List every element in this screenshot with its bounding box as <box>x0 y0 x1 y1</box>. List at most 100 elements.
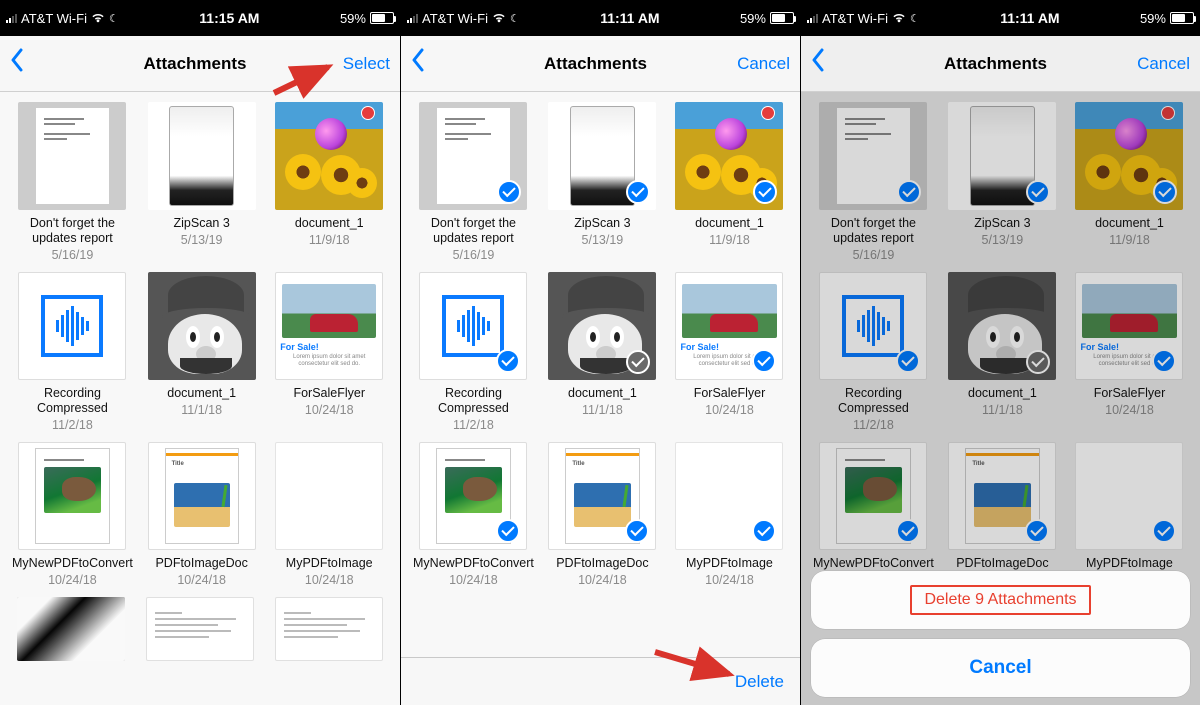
attachment-name: document_1 <box>139 386 265 401</box>
attachment-date: 11/2/18 <box>409 418 538 432</box>
attachment-item[interactable]: Recording Compressed 11/2/18 <box>409 272 538 432</box>
attachment-item[interactable] <box>8 597 135 667</box>
sheet-delete-button[interactable]: Delete 9 Attachments <box>811 571 1190 629</box>
battery-percent: 59% <box>740 11 766 26</box>
attachment-item[interactable]: document_1 11/1/18 <box>139 272 265 432</box>
page-title: Attachments <box>871 54 1120 74</box>
attachment-item[interactable] <box>137 597 264 667</box>
attachment-item[interactable]: Don't forget the updates report 5/16/19 <box>409 102 538 262</box>
attachment-thumbnail: For Sale!Lorem ipsum dolor sit amet cons… <box>275 272 383 380</box>
battery-icon <box>1170 12 1194 24</box>
attachment-thumbnail <box>1075 102 1183 210</box>
attachment-item[interactable]: document_1 11/9/18 <box>1067 102 1192 262</box>
attachment-thumbnail <box>419 442 527 550</box>
attachment-date: 11/1/18 <box>940 403 1065 417</box>
attachment-name: MyNewPDFtoConvert <box>809 556 938 571</box>
attachment-item[interactable]: ZipScan 3 5/13/19 <box>540 102 665 262</box>
selected-check-icon <box>752 519 776 543</box>
selected-check-icon <box>625 519 649 543</box>
attachment-item[interactable] <box>265 597 392 667</box>
attachment-name: document_1 <box>266 216 392 231</box>
page-title: Attachments <box>70 54 320 74</box>
attachment-thumbnail <box>948 102 1056 210</box>
attachment-name: MyPDFtoImage <box>266 556 392 571</box>
attachment-thumbnail: Title <box>148 442 256 550</box>
attachment-item[interactable]: For Sale!Lorem ipsum dolor sit amet cons… <box>266 272 392 432</box>
status-bar: AT&T Wi-Fi ☾ 11:11 AM 59% <box>401 0 800 36</box>
cell-signal-icon <box>6 13 17 23</box>
attachment-name: Don't forget the updates report <box>809 216 938 246</box>
attachment-thumbnail <box>275 597 383 661</box>
attachment-thumbnail <box>819 102 927 210</box>
attachment-item[interactable]: document_1 11/9/18 <box>667 102 792 262</box>
cancel-selection-button[interactable]: Cancel <box>1120 54 1190 74</box>
attachment-item[interactable]: MyNewPDFtoConvert 10/24/18 <box>409 442 538 587</box>
attachment-date: 10/24/18 <box>667 573 792 587</box>
attachment-date: 11/2/18 <box>809 418 938 432</box>
attachment-item[interactable]: document_1 11/1/18 <box>940 272 1065 432</box>
attachment-date: 10/24/18 <box>667 403 792 417</box>
cell-signal-icon <box>407 13 418 23</box>
attachment-name: ForSaleFlyer <box>266 386 392 401</box>
attachment-item[interactable]: Title PDFtoImageDoc 10/24/18 <box>540 442 665 587</box>
sheet-cancel-button[interactable]: Cancel <box>811 639 1190 697</box>
attachment-thumbnail <box>1075 442 1183 550</box>
attachment-name: MyNewPDFtoConvert <box>8 556 137 571</box>
back-button[interactable] <box>10 48 70 79</box>
wifi-icon <box>91 11 105 25</box>
selected-check-icon <box>496 349 520 373</box>
attachment-item[interactable]: MyPDFtoImage 10/24/18 <box>1067 442 1192 587</box>
attachment-thumbnail <box>275 102 383 210</box>
clock: 11:15 AM <box>199 10 259 26</box>
attachment-item[interactable]: Don't forget the updates report 5/16/19 <box>8 102 137 262</box>
attachment-name: Recording Compressed <box>409 386 538 416</box>
selected-check-icon <box>896 349 920 373</box>
attachment-date: 10/24/18 <box>540 573 665 587</box>
attachment-item[interactable]: document_1 11/1/18 <box>540 272 665 432</box>
attachment-thumbnail: For Sale!Lorem ipsum dolor sit amet cons… <box>675 272 783 380</box>
back-button[interactable] <box>811 48 871 79</box>
back-button[interactable] <box>411 48 471 79</box>
attachment-name: Don't forget the updates report <box>409 216 538 246</box>
attachment-name: ForSaleFlyer <box>1067 386 1192 401</box>
attachment-item[interactable]: ZipScan 3 5/13/19 <box>940 102 1065 262</box>
attachment-date: 5/13/19 <box>940 233 1065 247</box>
battery-percent: 59% <box>340 11 366 26</box>
attachment-item[interactable]: Recording Compressed 11/2/18 <box>809 272 938 432</box>
cancel-selection-button[interactable]: Cancel <box>720 54 790 74</box>
attachment-name: PDFtoImageDoc <box>940 556 1065 571</box>
attachment-name: ZipScan 3 <box>540 216 665 231</box>
attachment-item[interactable]: MyPDFtoImage 10/24/18 <box>667 442 792 587</box>
attachment-item[interactable]: For Sale!Lorem ipsum dolor sit amet cons… <box>1067 272 1192 432</box>
attachment-name: Recording Compressed <box>809 386 938 416</box>
attachment-item[interactable]: ZipScan 3 5/13/19 <box>139 102 265 262</box>
nav-bar: Attachments Cancel <box>801 36 1200 92</box>
attachment-item[interactable]: Title PDFtoImageDoc 10/24/18 <box>940 442 1065 587</box>
selected-check-icon <box>896 519 920 543</box>
attachment-item[interactable]: For Sale!Lorem ipsum dolor sit amet cons… <box>667 272 792 432</box>
attachment-thumbnail <box>18 442 126 550</box>
wifi-icon <box>492 11 506 25</box>
attachment-item[interactable]: MyNewPDFtoConvert 10/24/18 <box>809 442 938 587</box>
selected-check-icon <box>753 180 777 204</box>
attachment-item[interactable]: MyNewPDFtoConvert 10/24/18 <box>8 442 137 587</box>
attachment-thumbnail <box>17 597 125 661</box>
battery-icon <box>770 12 794 24</box>
select-button[interactable]: Select <box>320 54 390 74</box>
attachment-name: MyPDFtoImage <box>667 556 792 571</box>
screen-2-selected: AT&T Wi-Fi ☾ 11:11 AM 59% Attachments Ca… <box>400 0 800 705</box>
delete-button[interactable]: Delete <box>735 672 784 692</box>
attachment-item[interactable]: Title PDFtoImageDoc 10/24/18 <box>139 442 265 587</box>
selected-check-icon <box>497 180 521 204</box>
attachment-item[interactable]: Don't forget the updates report 5/16/19 <box>809 102 938 262</box>
selected-check-icon <box>1152 349 1176 373</box>
attachment-thumbnail <box>419 272 527 380</box>
attachment-item[interactable]: Recording Compressed 11/2/18 <box>8 272 137 432</box>
selected-check-icon <box>752 349 776 373</box>
attachment-thumbnail <box>548 102 656 210</box>
selected-check-icon <box>626 180 650 204</box>
attachment-item[interactable]: document_1 11/9/18 <box>266 102 392 262</box>
attachment-date: 10/24/18 <box>8 573 137 587</box>
attachment-name: ZipScan 3 <box>139 216 265 231</box>
attachment-item[interactable]: MyPDFtoImage 10/24/18 <box>266 442 392 587</box>
